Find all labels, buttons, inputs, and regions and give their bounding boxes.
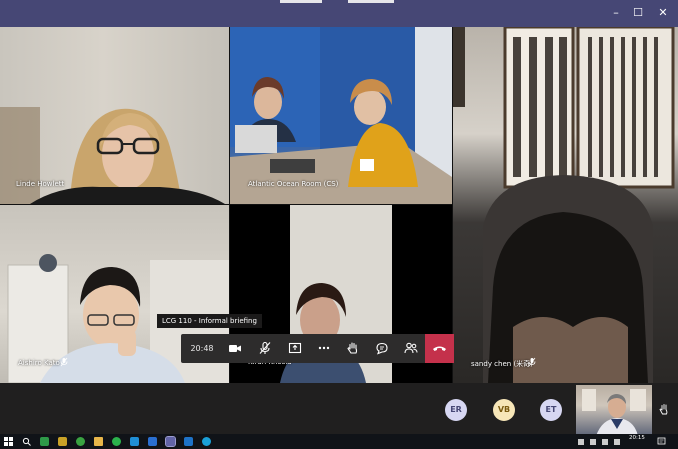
chat-button[interactable] (368, 334, 396, 363)
participants-button[interactable] (397, 334, 425, 363)
raise-hand-icon (347, 342, 358, 354)
tray-icon[interactable] (614, 439, 620, 445)
taskbar-app-icon[interactable] (40, 437, 49, 446)
participant-name: Aishiro Kato (18, 359, 60, 367)
windows-taskbar: 20:15 (0, 434, 678, 449)
hang-up-icon (433, 346, 446, 351)
video-feed (582, 389, 646, 436)
video-tile-atlantic-room[interactable]: Atlantic Ocean Room (CS) (230, 27, 452, 204)
taskbar-app-icon[interactable] (184, 437, 193, 446)
video-feed (453, 27, 675, 383)
close-button[interactable]: ✕ (652, 4, 674, 22)
raise-hand-icon[interactable] (659, 403, 669, 415)
search-icon[interactable] (22, 437, 31, 446)
meeting-bottom-bar: ER VB ET (0, 383, 678, 436)
camera-icon (229, 345, 241, 352)
share-screen-button[interactable] (281, 334, 309, 363)
maximize-button[interactable]: ☐ (627, 4, 649, 22)
video-stage: Linde Howlett Atlantic Ocean Room (CS) s… (0, 27, 678, 383)
tray-icon[interactable] (590, 439, 596, 445)
title-tab[interactable] (348, 0, 394, 3)
video-feed (0, 107, 225, 204)
video-tile-sandy[interactable]: sandy chen (米奇) (453, 27, 678, 383)
hang-up-button[interactable] (425, 334, 454, 363)
mic-off-icon (60, 357, 68, 367)
taskbar-app-icon[interactable] (76, 437, 85, 446)
windows-start-icon[interactable] (4, 437, 13, 446)
call-controls: 20:48 (181, 334, 454, 363)
minimize-button[interactable]: – (605, 4, 627, 22)
more-icon (318, 346, 330, 350)
more-options-button[interactable] (310, 334, 338, 363)
video-feed (230, 27, 452, 204)
meeting-title-tooltip: LCG 110 - Informal briefing (157, 314, 262, 328)
participant-avatar[interactable]: ER (445, 399, 467, 421)
teams-icon[interactable] (165, 436, 176, 447)
share-screen-icon (288, 342, 302, 354)
notification-icon[interactable] (657, 437, 666, 446)
participant-name: Linde Howlett (16, 180, 65, 188)
video-tile-linde[interactable]: Linde Howlett (0, 27, 229, 204)
taskbar-app-icon[interactable] (112, 437, 121, 446)
camera-button[interactable] (221, 334, 249, 363)
taskbar-app-icon[interactable] (148, 437, 157, 446)
tray-icon[interactable] (578, 439, 584, 445)
chat-icon (376, 342, 388, 355)
mute-button[interactable] (251, 334, 279, 363)
participant-name: sandy chen (米奇) (471, 360, 533, 368)
folder-icon[interactable] (94, 437, 103, 446)
participants-icon (404, 342, 418, 354)
window-titlebar: – ☐ ✕ (0, 0, 678, 27)
taskbar-app-icon[interactable] (58, 437, 67, 446)
mic-off-icon (528, 357, 536, 367)
self-view-video[interactable] (576, 385, 652, 436)
taskbar-clock[interactable]: 20:15 (629, 435, 645, 442)
mic-off-icon (259, 341, 271, 354)
participant-avatar[interactable]: VB (493, 399, 515, 421)
call-timer: 20:48 (190, 344, 214, 353)
browser-icon[interactable] (202, 437, 211, 446)
title-tab[interactable] (280, 0, 322, 3)
raise-hand-button[interactable] (339, 334, 367, 363)
participant-avatar[interactable]: ET (540, 399, 562, 421)
taskbar-app-icon[interactable] (130, 437, 139, 446)
participant-name: Atlantic Ocean Room (CS) (248, 180, 339, 188)
tray-icon[interactable] (602, 439, 608, 445)
